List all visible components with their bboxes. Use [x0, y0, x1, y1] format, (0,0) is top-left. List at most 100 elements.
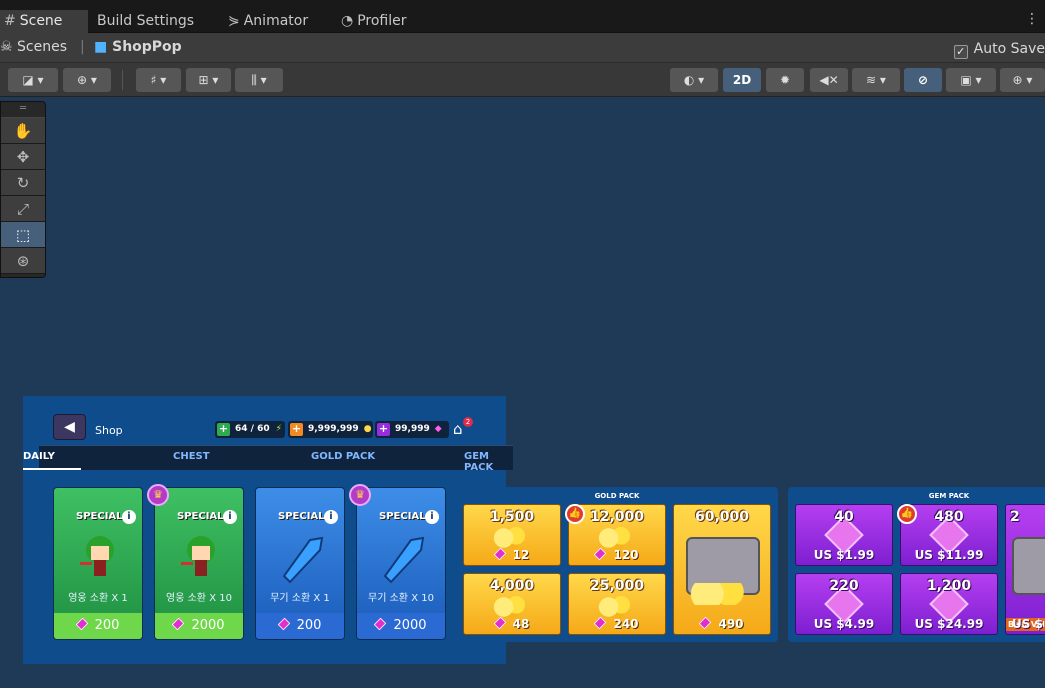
tab-animator-label: Animator	[243, 13, 309, 29]
gem-price: US $24.99	[914, 617, 984, 631]
home-mail-icon[interactable]: ⌂ 2	[453, 417, 473, 438]
2d-toggle-button[interactable]: 2D	[723, 68, 761, 92]
tab-scene[interactable]: # Scene	[0, 10, 88, 33]
info-icon[interactable]: i	[223, 510, 237, 524]
rect-tool-button[interactable]: ⬚	[1, 222, 45, 248]
info-icon[interactable]: i	[324, 510, 338, 524]
overlay-grip-icon[interactable]: ═	[1, 102, 45, 118]
gold-pack-item[interactable]: 25,000 240	[568, 573, 666, 635]
coin-pile-icon	[491, 527, 533, 549]
gem-vault-icon	[1012, 537, 1045, 595]
transform-tool-button[interactable]: ⊛	[1, 248, 45, 274]
price-button[interactable]: 200	[256, 613, 344, 639]
gold-pack-item-large[interactable]: 60,000 490	[673, 504, 771, 635]
coin-pile-icon	[596, 527, 638, 549]
hand-tool-button[interactable]: ✋	[1, 118, 45, 144]
gizmos-dropdown[interactable]: ⊕ ▾	[1000, 68, 1045, 92]
gizmo-icon: ⊕ ▾	[1012, 73, 1033, 87]
breadcrumb-scenes[interactable]: ☠ Scenes	[0, 39, 67, 55]
tab-build-settings[interactable]: Build Settings	[93, 10, 213, 33]
gem-pack-item-large[interactable]: 2Best ValueUS $	[1005, 504, 1045, 635]
hero-character-icon	[181, 536, 215, 576]
kebab-menu-icon[interactable]: ⋮	[1025, 11, 1039, 27]
camera-dropdown[interactable]: ▣ ▾	[946, 68, 996, 92]
price-value: 2000	[191, 618, 225, 633]
effects-dropdown[interactable]: ≋ ▾	[852, 68, 900, 92]
breadcrumb-current[interactable]: ■ ShopPop	[94, 39, 182, 55]
breadcrumb-separator: |	[80, 39, 85, 55]
price-value: 200	[296, 618, 322, 633]
breadcrumb-current-label: ShopPop	[112, 39, 182, 55]
gold-price: 12	[464, 547, 560, 562]
gem-icon	[493, 547, 506, 561]
mute-speaker-icon: ◀✕	[819, 73, 839, 87]
grid-snap-icon: ♯ ▾	[150, 73, 167, 87]
gem-value: 99,999	[395, 424, 430, 434]
scene-tools-overlay: ═ ✋ ✥ ↻ ⤢ ⬚ ⊛	[0, 101, 46, 278]
auto-save-label: Auto Save	[973, 41, 1045, 57]
gold-pack-item[interactable]: 4,000 48	[463, 573, 561, 635]
special-tag: SPECIAL	[278, 511, 325, 522]
tab-profiler[interactable]: ◔ Profiler	[337, 10, 427, 33]
tab-chest[interactable]: CHEST	[173, 451, 210, 462]
back-button[interactable]: ◀	[53, 414, 86, 440]
global-view-dropdown[interactable]: ⊕ ▾	[63, 68, 111, 92]
tab-gold-pack[interactable]: GOLD PACK	[311, 451, 375, 462]
gem-pack-item[interactable]: 220 US $4.99	[795, 573, 893, 635]
price-button[interactable]: 2000	[357, 613, 445, 639]
2d-toggle-label: 2D	[732, 73, 752, 87]
audio-toggle[interactable]: ◀✕	[810, 68, 848, 92]
tab-gem-pack[interactable]: GEM PACK	[464, 451, 513, 473]
lighting-toggle[interactable]: ✹	[766, 68, 804, 92]
gem-price: US $1.99	[813, 548, 875, 562]
scene-visibility-toggle[interactable]: ⊘	[904, 68, 942, 92]
gold-amount: 60,000	[694, 509, 750, 525]
info-icon[interactable]: i	[425, 510, 439, 524]
energy-value: 64 / 60	[235, 424, 270, 434]
gem-price: US $11.99	[914, 548, 984, 562]
rotate-tool-button[interactable]: ↻	[1, 170, 45, 196]
gold-amount: 1,500	[489, 509, 535, 525]
auto-save-checkbox[interactable]: ✓	[953, 45, 968, 59]
grid-snap-dropdown[interactable]: ♯ ▾	[136, 68, 181, 92]
light-bulb-icon: ✹	[779, 73, 791, 87]
grid-icon: #	[4, 13, 16, 29]
daily-item-card[interactable]: SPECIAL i 무기 소환 X 10 2000	[356, 487, 446, 640]
gem-pack-panel: GEM PACK 40 US $1.99 480 US $11.99 👍 2 Best…	[788, 487, 1045, 642]
gold-price: 120	[569, 547, 665, 562]
draw-mode-dropdown[interactable]: ◪ ▾	[8, 68, 58, 92]
transform-icon: ⊛	[16, 252, 30, 270]
gem-amount: 220	[829, 578, 859, 594]
gem-amount: 40	[834, 509, 854, 525]
gem-pack-item[interactable]: 40 US $1.99	[795, 504, 893, 566]
snap-increment-dropdown[interactable]: ⊞ ▾	[186, 68, 231, 92]
daily-item-card[interactable]: SPECIAL i 무기 소환 X 1 200	[255, 487, 345, 640]
add-energy-icon[interactable]: +	[217, 423, 230, 436]
gold-pack-item[interactable]: 1,500 12	[463, 504, 561, 566]
daily-item-card[interactable]: SPECIAL i 영웅 소환 X 1 200	[53, 487, 143, 640]
scale-tool-button[interactable]: ⤢	[1, 196, 45, 222]
add-gem-icon[interactable]: +	[377, 423, 390, 436]
rotate-icon: ↻	[16, 174, 30, 192]
move-tool-button[interactable]: ✥	[1, 144, 45, 170]
tab-animator[interactable]: ⋟ Animator	[224, 10, 329, 33]
daily-item-card[interactable]: SPECIAL i 영웅 소환 X 10 2000	[154, 487, 244, 640]
item-caption: 영웅 소환 X 1	[68, 593, 128, 604]
price-button[interactable]: 2000	[155, 613, 243, 639]
breadcrumb-bar: ☠ Scenes | ■ ShopPop ✓ Auto Save	[0, 33, 1045, 63]
shading-mode-dropdown[interactable]: ◐ ▾	[670, 68, 718, 92]
auto-save-toggle[interactable]: ✓ Auto Save	[953, 41, 1045, 59]
info-icon[interactable]: i	[122, 510, 136, 524]
tab-daily[interactable]: DAILY	[23, 451, 55, 462]
ruler-dropdown[interactable]: ⫼ ▾	[235, 68, 283, 92]
back-arrow-icon: ◀	[64, 419, 75, 435]
notification-badge: 2	[463, 417, 473, 427]
coin-pile-icon	[491, 596, 533, 618]
price-button[interactable]: 200	[54, 613, 142, 639]
gold-amount: 25,000	[589, 578, 645, 594]
gem-pack-item[interactable]: 1,200 US $24.99	[900, 573, 998, 635]
camera-icon: ▣ ▾	[960, 73, 982, 87]
gold-counter: +9,999,999 ●	[288, 421, 373, 438]
add-gold-icon[interactable]: +	[290, 423, 303, 436]
shop-popup: ◀ Shop +64 / 60 ⚡ +9,999,999 ● +99,999 ◆ ⌂ 2…	[23, 396, 513, 664]
